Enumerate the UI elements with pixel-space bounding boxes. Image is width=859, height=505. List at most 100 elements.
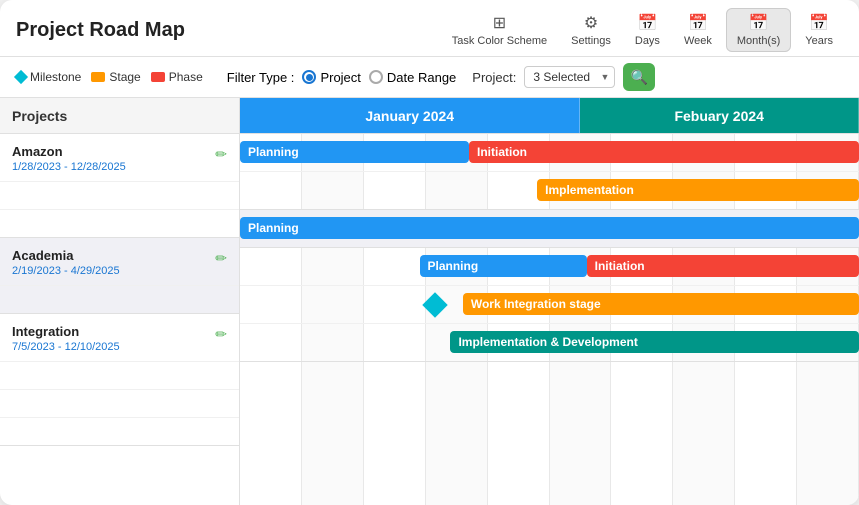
project-radio-option[interactable]: Project bbox=[302, 70, 360, 85]
gantt-row-amazon-1: Planning Initiation bbox=[240, 134, 859, 172]
gantt-body: Planning Initiation Implementation bbox=[240, 134, 859, 505]
months-label: Month(s) bbox=[737, 35, 780, 47]
week-button[interactable]: 📅 Week bbox=[674, 9, 722, 51]
phase-icon bbox=[151, 72, 165, 82]
stage-label: Stage bbox=[109, 70, 140, 84]
gantt-bar-work-integration: Work Integration stage bbox=[463, 293, 859, 315]
month-header-january: January 2024 bbox=[240, 98, 580, 133]
gantt-bar-label: Work Integration stage bbox=[471, 297, 601, 311]
settings-label: Settings bbox=[571, 35, 611, 47]
years-button[interactable]: 📅 Years bbox=[795, 9, 843, 51]
years-icon: 📅 bbox=[809, 13, 829, 33]
project-row-amazon: Amazon 1/28/2023 - 12/28/2025 ✏ bbox=[0, 134, 239, 181]
project-name-amazon: Amazon bbox=[12, 144, 126, 159]
filter-row: Milestone Stage Phase Filter Type : Proj… bbox=[0, 57, 859, 98]
project-select[interactable]: 3 Selected bbox=[524, 66, 615, 88]
gantt-bar-label: Planning bbox=[248, 145, 299, 159]
month-label-january: January 2024 bbox=[365, 108, 454, 124]
gantt-bar-initiation-amazon: Initiation bbox=[469, 141, 859, 163]
edit-icon-academia[interactable]: ✏ bbox=[215, 250, 227, 267]
academia-sub-row-1 bbox=[0, 285, 239, 313]
legend-stage: Stage bbox=[91, 70, 140, 84]
project-info-academia: Academia 2/19/2023 - 4/29/2025 bbox=[12, 248, 120, 277]
search-button[interactable]: 🔍 bbox=[623, 63, 655, 91]
legend-milestone: Milestone bbox=[16, 70, 81, 84]
project-row-integration: Integration 7/5/2023 - 12/10/2025 ✏ bbox=[0, 314, 239, 361]
edit-icon-amazon[interactable]: ✏ bbox=[215, 146, 227, 163]
gantt-bar-label: Implementation bbox=[545, 183, 634, 197]
gantt-bar-planning-amazon: Planning bbox=[240, 141, 469, 163]
gantt-row-integration-3: Implementation & Development bbox=[240, 324, 859, 362]
phase-label: Phase bbox=[169, 70, 203, 84]
stage-icon bbox=[91, 72, 105, 82]
app-container: Project Road Map ⊞ Task Color Scheme ⚙ S… bbox=[0, 0, 859, 505]
settings-icon: ⚙ bbox=[584, 13, 598, 33]
gantt-row-amazon-2: Implementation bbox=[240, 172, 859, 210]
app-title: Project Road Map bbox=[16, 19, 430, 42]
legend: Milestone Stage Phase bbox=[16, 70, 203, 84]
month-label-february: Febuary 2024 bbox=[674, 108, 764, 124]
milestone-icon bbox=[14, 70, 28, 84]
gantt-bar-label: Planning bbox=[428, 259, 479, 273]
gantt-area: January 2024 Febuary 2024 bbox=[240, 98, 859, 505]
project-row-academia: Academia 2/19/2023 - 4/29/2025 ✏ bbox=[0, 238, 239, 285]
gantt-row-academia-1: Planning bbox=[240, 210, 859, 248]
search-icon: 🔍 bbox=[631, 69, 648, 86]
gantt-row-integration-1: Planning Initiation bbox=[240, 248, 859, 286]
project-group-amazon: Amazon 1/28/2023 - 12/28/2025 ✏ bbox=[0, 134, 239, 238]
project-name-academia: Academia bbox=[12, 248, 120, 263]
sidebar-header: Projects bbox=[0, 98, 239, 134]
amazon-sub-row-2 bbox=[0, 209, 239, 237]
gantt-group-integration: Planning Initiation Work Integration sta… bbox=[240, 248, 859, 362]
project-dates-amazon: 1/28/2023 - 12/28/2025 bbox=[12, 161, 126, 173]
project-group-integration: Integration 7/5/2023 - 12/10/2025 ✏ bbox=[0, 314, 239, 446]
gantt-bar-label: Initiation bbox=[477, 145, 527, 159]
days-icon: 📅 bbox=[637, 13, 657, 33]
project-info-amazon: Amazon 1/28/2023 - 12/28/2025 bbox=[12, 144, 126, 173]
month-header-february: Febuary 2024 bbox=[580, 98, 859, 133]
edit-icon-integration[interactable]: ✏ bbox=[215, 326, 227, 343]
project-radio-icon bbox=[302, 70, 316, 84]
gantt-bar-label: Initiation bbox=[595, 259, 645, 273]
gantt-bar-implementation-amazon: Implementation bbox=[537, 179, 859, 201]
days-label: Days bbox=[635, 35, 660, 47]
gantt-group-amazon: Planning Initiation Implementation bbox=[240, 134, 859, 210]
project-radio-label: Project bbox=[320, 70, 360, 85]
gantt-bar-planning-academia: Planning bbox=[240, 217, 859, 239]
milestone-label: Milestone bbox=[30, 70, 81, 84]
project-dates-academia: 2/19/2023 - 4/29/2025 bbox=[12, 265, 120, 277]
settings-button[interactable]: ⚙ Settings bbox=[561, 9, 621, 51]
gantt-bar-label: Implementation & Development bbox=[458, 335, 637, 349]
week-icon: 📅 bbox=[688, 13, 708, 33]
toolbar-buttons: ⊞ Task Color Scheme ⚙ Settings 📅 Days 📅 … bbox=[442, 8, 843, 52]
project-select-wrapper: 3 Selected bbox=[524, 66, 615, 88]
integration-sub-row-2 bbox=[0, 389, 239, 417]
gantt-bar-planning-integration: Planning bbox=[420, 255, 587, 277]
integration-sub-row-1 bbox=[0, 361, 239, 389]
week-label: Week bbox=[684, 35, 712, 47]
date-range-radio-option[interactable]: Date Range bbox=[369, 70, 456, 85]
gantt-group-academia: Planning bbox=[240, 210, 859, 248]
filter-type: Filter Type : Project Date Range bbox=[227, 70, 457, 85]
header: Project Road Map ⊞ Task Color Scheme ⚙ S… bbox=[0, 0, 859, 57]
filter-type-label: Filter Type : bbox=[227, 70, 295, 85]
project-name-integration: Integration bbox=[12, 324, 120, 339]
project-dates-integration: 7/5/2023 - 12/10/2025 bbox=[12, 341, 120, 353]
months-button[interactable]: 📅 Month(s) bbox=[726, 8, 791, 52]
integration-sub-row-3 bbox=[0, 417, 239, 445]
milestone-diamond-integration bbox=[422, 292, 447, 317]
main-content: Projects Amazon 1/28/2023 - 12/28/2025 ✏ bbox=[0, 98, 859, 505]
date-range-radio-icon bbox=[369, 70, 383, 84]
project-filter-label: Project: bbox=[472, 70, 516, 85]
years-label: Years bbox=[805, 35, 833, 47]
task-color-scheme-label: Task Color Scheme bbox=[452, 35, 547, 47]
task-color-scheme-button[interactable]: ⊞ Task Color Scheme bbox=[442, 9, 557, 51]
date-range-radio-label: Date Range bbox=[387, 70, 456, 85]
days-button[interactable]: 📅 Days bbox=[625, 9, 670, 51]
gantt-bar-initiation-integration: Initiation bbox=[587, 255, 859, 277]
legend-phase: Phase bbox=[151, 70, 203, 84]
gantt-bar-implementation-development: Implementation & Development bbox=[450, 331, 859, 353]
project-group-academia: Academia 2/19/2023 - 4/29/2025 ✏ bbox=[0, 238, 239, 314]
amazon-sub-row-1 bbox=[0, 181, 239, 209]
gantt-months-header: January 2024 Febuary 2024 bbox=[240, 98, 859, 134]
